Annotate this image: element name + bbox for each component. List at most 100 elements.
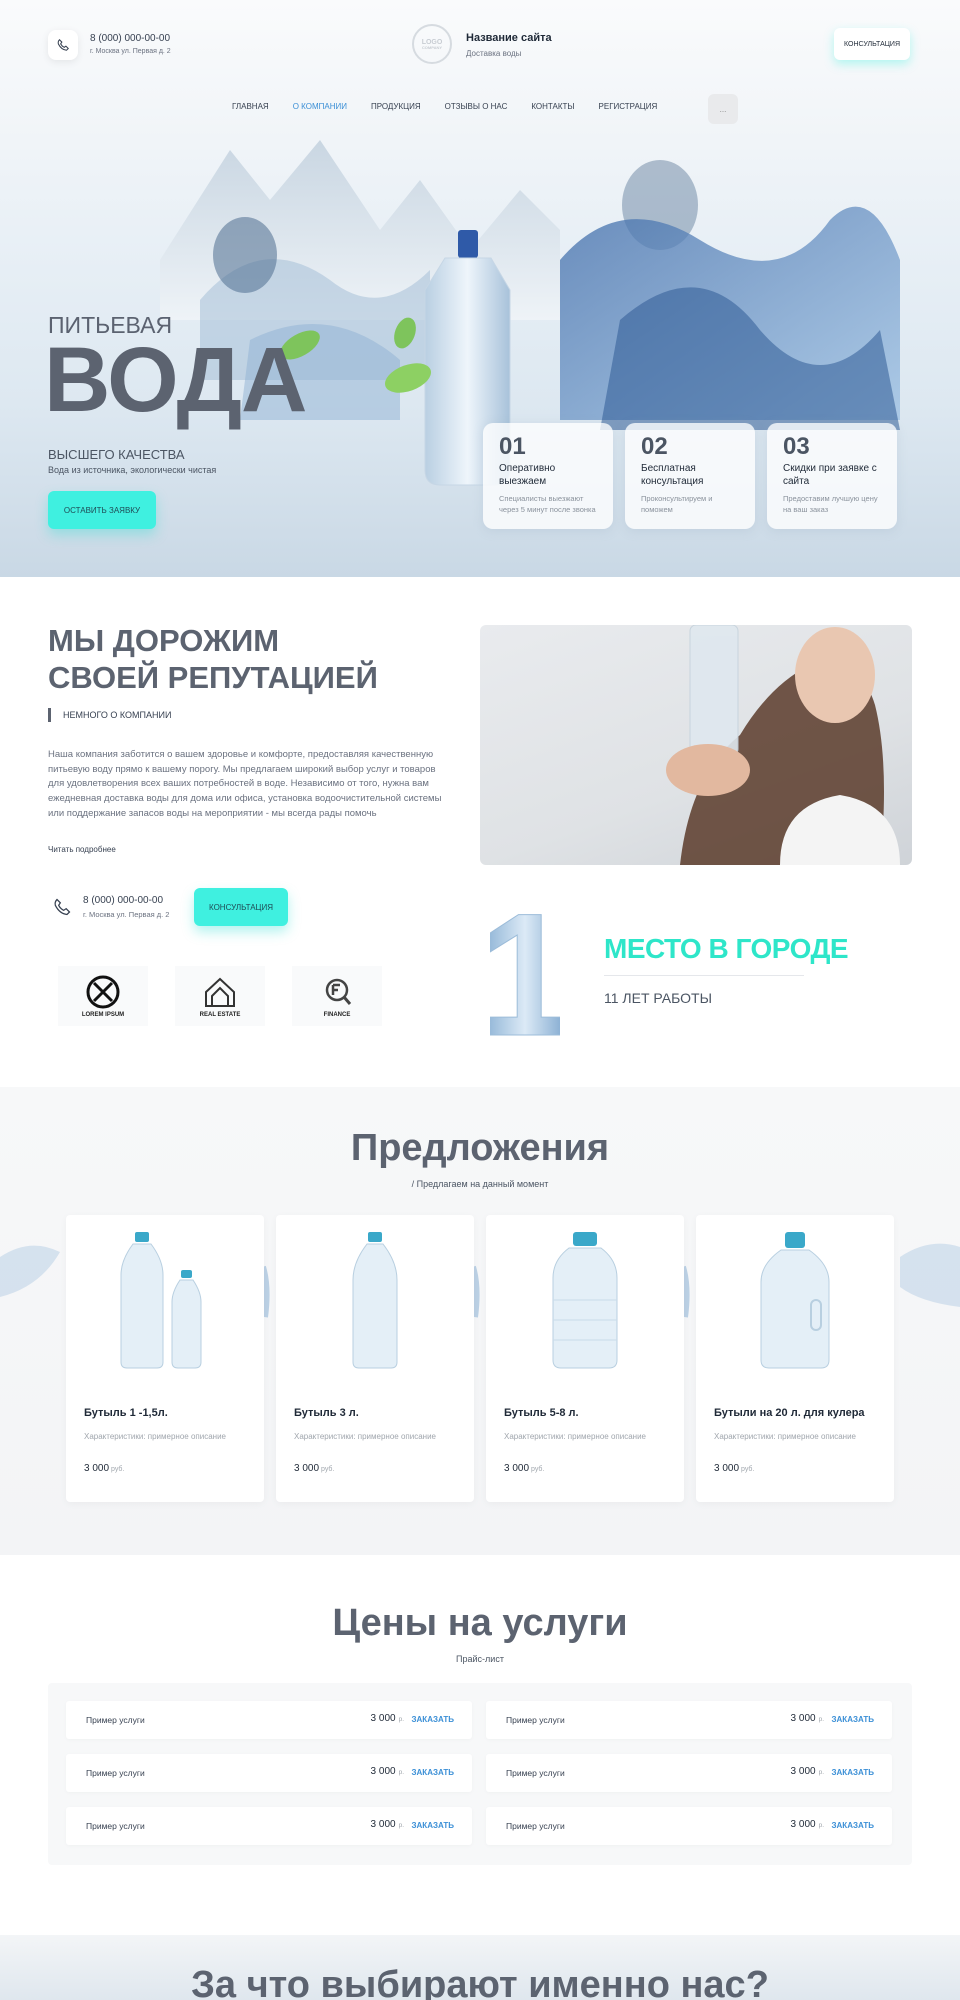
- bottle-icon: [552, 1232, 618, 1369]
- place-divider: [604, 975, 804, 976]
- service-currency: р.: [818, 1822, 824, 1829]
- product-name: Бутыль 1 -1,5л.: [84, 1407, 168, 1419]
- logo-sub: COMPANY: [421, 44, 443, 50]
- product-currency: руб.: [111, 1466, 125, 1473]
- feature-text: Проконсультируем и поможем: [641, 494, 713, 514]
- price-row: Пример услуги 3 000 р. ЗАКАЗАТЬ: [66, 1754, 472, 1792]
- service-name: Пример услуги: [506, 1715, 565, 1725]
- partner-label: FINANCE: [323, 1012, 351, 1018]
- product-description: Характеристики: примерное описание: [504, 1432, 646, 1441]
- nav-item-reviews[interactable]: ОТЗЫВЫ О НАС: [445, 102, 508, 111]
- product-name: Бутыль 5-8 л.: [504, 1407, 579, 1419]
- product-card[interactable]: Бутыли на 20 л. для кулера Характеристик…: [696, 1215, 894, 1502]
- partner-logo: FINANCE: [292, 966, 382, 1026]
- feature-card: 02 Бесплатная консультация Проконсультир…: [625, 423, 755, 529]
- phone-icon[interactable]: [48, 30, 78, 60]
- feature-number: 03: [783, 433, 810, 460]
- main-nav: ГЛАВНАЯ О КОМПАНИИ ПРОДУКЦИЯ ОТЗЫВЫ О НА…: [232, 102, 657, 111]
- feature-text: Специалисты выезжают через 5 минут после…: [499, 494, 596, 514]
- product-card[interactable]: Бутыль 1 -1,5л. Характеристики: примерно…: [66, 1215, 264, 1502]
- about-phone[interactable]: 8 (000) 000-00-00: [83, 895, 163, 906]
- offers-subtitle: / Предлагаем на данный момент: [411, 1179, 549, 1189]
- water-number-one-graphic: 1: [490, 890, 560, 1040]
- product-price-value: 3 000: [714, 1463, 740, 1474]
- order-button[interactable]: ЗАКАЗАТЬ: [412, 1821, 454, 1830]
- service-price-value: 3 000: [790, 1819, 816, 1830]
- feature-title: Бесплатная консультация: [641, 463, 704, 487]
- finance-logo-icon: [325, 978, 352, 1005]
- product-card[interactable]: Бутыль 5-8 л. Характеристики: примерное …: [486, 1215, 684, 1502]
- product-image: [486, 1225, 684, 1375]
- service-price-value: 3 000: [790, 1713, 816, 1724]
- site-logo[interactable]: LOGO COMPANY: [412, 24, 452, 64]
- product-currency: руб.: [741, 1466, 755, 1473]
- place-subtitle: 11 ЛЕТ РАБОТЫ: [604, 990, 712, 1006]
- feature-title: Скидки при заявке с сайта: [783, 463, 877, 487]
- product-image: [66, 1225, 264, 1375]
- product-price-value: 3 000: [504, 1463, 530, 1474]
- service-price: 3 000 р.: [371, 1819, 404, 1830]
- product-card[interactable]: Бутыль 3 л. Характеристики: примерное оп…: [276, 1215, 474, 1502]
- real-estate-logo-icon: [205, 977, 235, 1007]
- about-address: г. Москва ул. Первая д. 2: [83, 910, 170, 919]
- partner-label: LOREM IPSUM: [81, 1012, 125, 1018]
- service-price: 3 000 р.: [371, 1713, 404, 1724]
- service-currency: р.: [398, 1716, 404, 1723]
- order-button[interactable]: ЗАКАЗАТЬ: [412, 1715, 454, 1724]
- nav-item-products[interactable]: ПРОДУКЦИЯ: [371, 102, 421, 111]
- nav-item-home[interactable]: ГЛАВНАЯ: [232, 102, 269, 111]
- bottle-icon: [120, 1232, 202, 1369]
- feature-number: 02: [641, 433, 668, 460]
- product-description: Характеристики: примерное описание: [714, 1432, 856, 1441]
- product-price-value: 3 000: [294, 1463, 320, 1474]
- partner-logo: LOREM IPSUM: [58, 966, 148, 1026]
- price-row: Пример услуги 3 000 р. ЗАКАЗАТЬ: [486, 1754, 892, 1792]
- product-name: Бутыли на 20 л. для кулера: [714, 1407, 865, 1419]
- nav-item-about[interactable]: О КОМПАНИИ: [293, 102, 347, 111]
- prices-title: Цены на услуги: [332, 1602, 628, 1644]
- feature-text: Предоставим лучшую цену на ваш заказ: [783, 494, 878, 514]
- site-name: Название сайта: [466, 32, 552, 44]
- price-row: Пример услуги 3 000 р. ЗАКАЗАТЬ: [486, 1701, 892, 1739]
- feature-number: 01: [499, 433, 526, 460]
- service-price-value: 3 000: [790, 1766, 816, 1777]
- woman-with-glass-photo: [480, 625, 912, 865]
- order-button[interactable]: ЗАКАЗАТЬ: [412, 1768, 454, 1777]
- product-price-value: 3 000: [84, 1463, 110, 1474]
- service-price-value: 3 000: [370, 1819, 396, 1830]
- hero-title: ВОДА: [44, 329, 307, 431]
- feature-card: 03 Скидки при заявке с сайта Предоставим…: [767, 423, 897, 529]
- order-button[interactable]: ЗАКАЗАТЬ: [832, 1715, 874, 1724]
- service-price: 3 000 р.: [791, 1766, 824, 1777]
- header-phone[interactable]: 8 (000) 000-00-00: [90, 33, 170, 44]
- service-price: 3 000 р.: [371, 1766, 404, 1777]
- service-price: 3 000 р.: [791, 1819, 824, 1830]
- hero-subtitle: ВЫСШЕГО КАЧЕСТВА: [48, 447, 185, 462]
- service-currency: р.: [818, 1716, 824, 1723]
- nav-item-registration[interactable]: РЕГИСТРАЦИЯ: [599, 102, 658, 111]
- product-price: 3 000 руб.: [714, 1463, 754, 1474]
- why-title: За что выбирают именно нас?: [191, 1964, 769, 2000]
- menu-button[interactable]: ...: [708, 94, 738, 124]
- prices-subtitle: Прайс-лист: [456, 1654, 504, 1664]
- read-more-link[interactable]: Читать подробнее: [48, 845, 116, 854]
- product-name: Бутыль 3 л.: [294, 1407, 359, 1419]
- nav-item-contacts[interactable]: КОНТАКТЫ: [531, 102, 574, 111]
- bottle-icon: [760, 1232, 830, 1369]
- service-currency: р.: [398, 1822, 404, 1829]
- partner-label: REAL ESTATE: [199, 1012, 241, 1018]
- place-number: 1: [490, 890, 560, 1040]
- product-price: 3 000 руб.: [294, 1463, 334, 1474]
- consult-button-about[interactable]: КОНСУЛЬТАЦИЯ: [194, 888, 288, 926]
- product-price: 3 000 руб.: [84, 1463, 124, 1474]
- product-description: Характеристики: примерное описание: [84, 1432, 226, 1441]
- price-row: Пример услуги 3 000 р. ЗАКАЗАТЬ: [486, 1807, 892, 1845]
- order-button[interactable]: ЗАКАЗАТЬ: [832, 1768, 874, 1777]
- price-row: Пример услуги 3 000 р. ЗАКАЗАТЬ: [66, 1807, 472, 1845]
- about-text: Наша компания заботится о вашем здоровье…: [48, 749, 442, 819]
- leave-request-button[interactable]: ОСТАВИТЬ ЗАЯВКУ: [48, 491, 156, 529]
- service-currency: р.: [818, 1769, 824, 1776]
- phone-icon: [52, 897, 72, 917]
- order-button[interactable]: ЗАКАЗАТЬ: [832, 1821, 874, 1830]
- consult-button-header[interactable]: КОНСУЛЬТАЦИЯ: [834, 28, 910, 60]
